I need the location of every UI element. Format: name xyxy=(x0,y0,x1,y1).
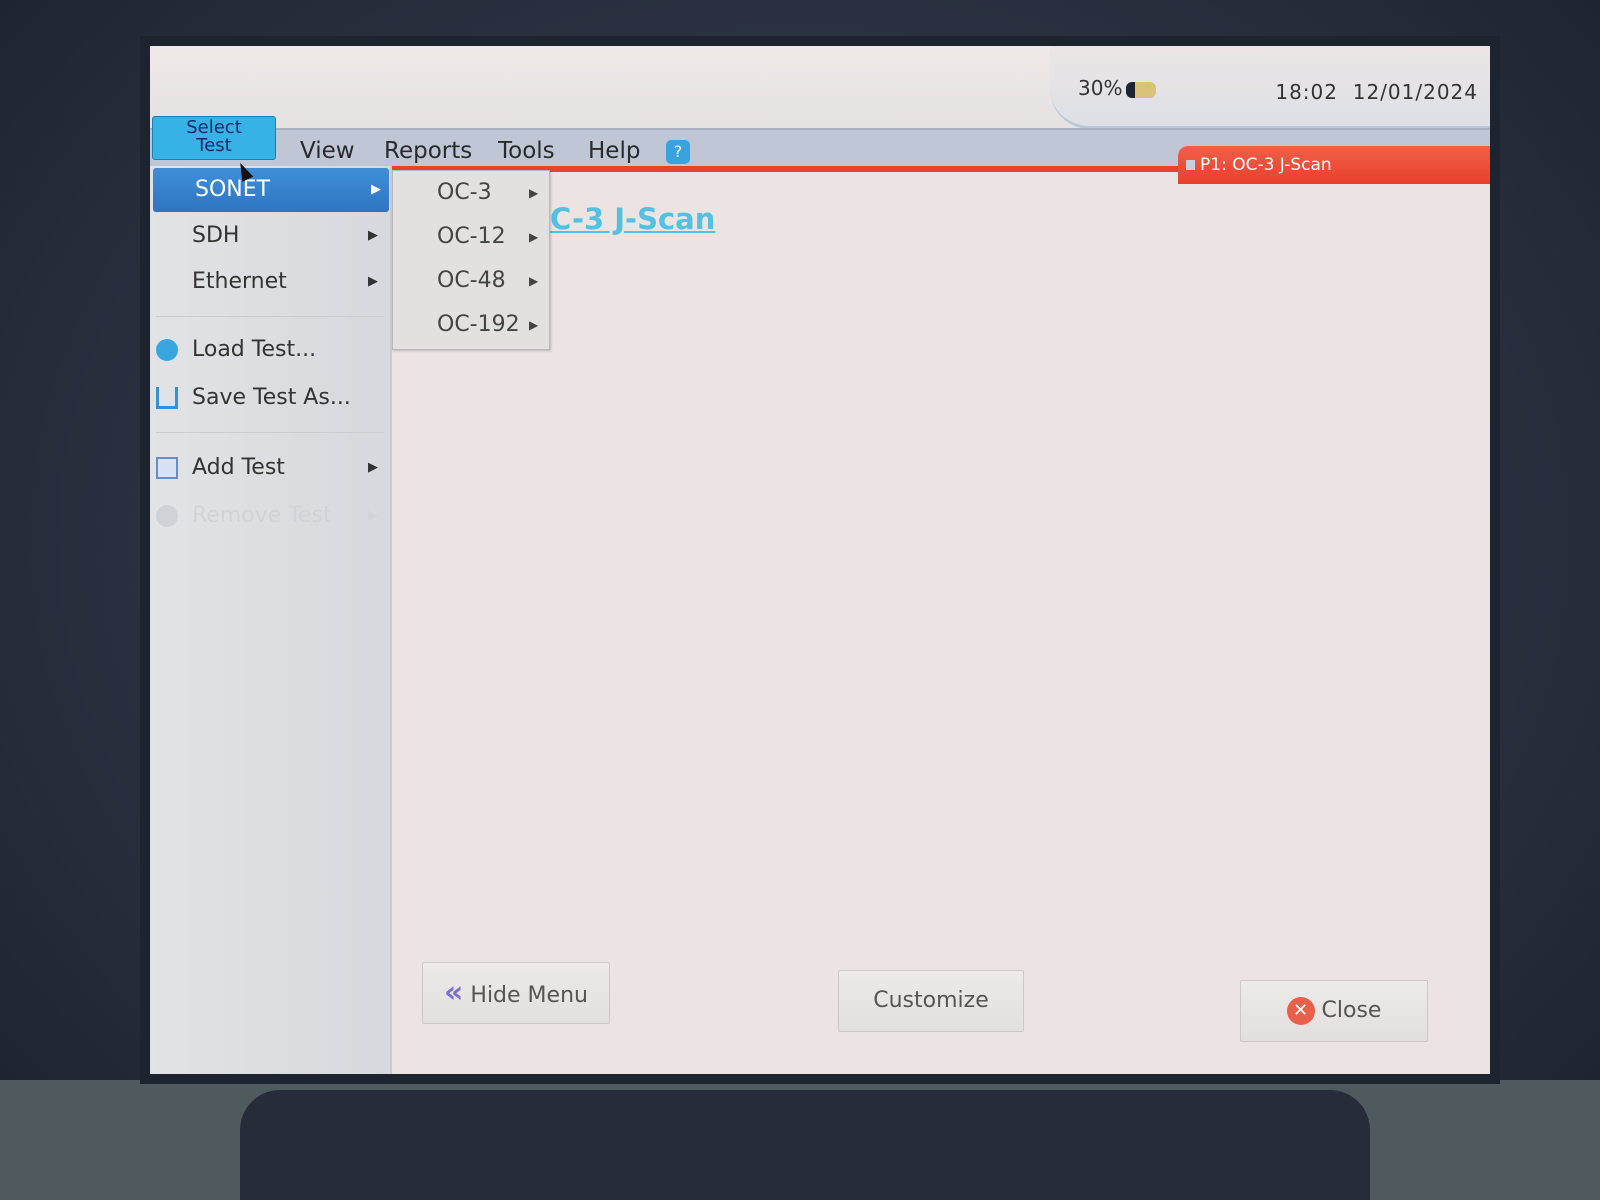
menu-item-save-test-as[interactable]: Save Test As... xyxy=(150,376,386,420)
save-icon xyxy=(156,387,178,409)
hide-menu-button[interactable]: « Hide Menu xyxy=(422,962,610,1024)
close-icon: ✕ xyxy=(1286,997,1315,1025)
submenu-item-label: OC-192 xyxy=(437,312,520,337)
menu-item-label: Load Test... xyxy=(192,337,317,362)
remove-icon xyxy=(156,505,178,527)
chevron-right-icon: ▶ xyxy=(368,508,378,523)
chevron-right-icon: ▶ xyxy=(368,274,378,289)
chevron-right-icon: ▶ xyxy=(529,230,539,244)
menu-item-sonet[interactable]: SONET ▶ xyxy=(153,168,389,212)
clock: 18:02 12/01/2024 xyxy=(1275,80,1478,104)
battery-icon xyxy=(1126,81,1157,98)
test-tab-p1[interactable]: P1: OC-3 J-Scan xyxy=(1178,146,1490,184)
double-chevron-left-icon: « xyxy=(444,975,464,1010)
tab-status-icon xyxy=(1186,160,1195,170)
menu-item-label: Remove Test xyxy=(192,503,332,528)
add-test-icon xyxy=(156,457,178,479)
close-button[interactable]: ✕ Close xyxy=(1240,980,1428,1042)
menu-item-add-test[interactable]: Add Test ▶ xyxy=(150,446,386,490)
date: 12/01/2024 xyxy=(1352,80,1478,104)
battery-percent: 30% xyxy=(1078,76,1123,100)
sonet-submenu: OC-3 ▶ OC-12 ▶ OC-48 ▶ OC-192 ▶ xyxy=(392,170,550,350)
menu-item-label: Save Test As... xyxy=(192,385,351,410)
menu-item-load-test[interactable]: Load Test... xyxy=(150,328,386,372)
screen: 30% 18:02 12/01/2024 Select Test View Re… xyxy=(150,46,1490,1074)
menu-tools[interactable]: Tools xyxy=(498,138,555,164)
submenu-item-label: OC-12 xyxy=(437,224,506,249)
menu-separator xyxy=(156,316,384,317)
battery-status: 30% xyxy=(1078,76,1157,100)
time: 18:02 xyxy=(1275,80,1338,104)
menu-item-label: Ethernet xyxy=(192,269,287,294)
menu-item-ethernet[interactable]: Ethernet ▶ xyxy=(150,260,386,304)
submenu-item-oc192[interactable]: OC-192 ▶ xyxy=(393,303,549,347)
select-test-menu[interactable]: Select Test xyxy=(152,116,276,160)
menu-item-label: SONET xyxy=(195,177,271,202)
chevron-right-icon: ▶ xyxy=(371,182,381,197)
gear-icon xyxy=(156,339,178,361)
submenu-item-oc48[interactable]: OC-48 ▶ xyxy=(393,259,549,303)
chevron-right-icon: ▶ xyxy=(368,460,378,475)
submenu-item-label: OC-3 xyxy=(437,180,492,205)
submenu-item-oc12[interactable]: OC-12 ▶ xyxy=(393,215,549,259)
submenu-item-oc3[interactable]: OC-3 ▶ xyxy=(393,171,549,215)
menu-view[interactable]: View xyxy=(300,138,355,164)
menu-item-sdh[interactable]: SDH ▶ xyxy=(150,214,386,258)
menu-separator xyxy=(156,432,384,433)
select-test-label-2: Test xyxy=(196,135,232,156)
chevron-right-icon: ▶ xyxy=(368,228,378,243)
close-label: Close xyxy=(1321,998,1382,1023)
menu-reports[interactable]: Reports xyxy=(384,138,472,164)
tab-label: P1: OC-3 J-Scan xyxy=(1200,155,1332,175)
hide-menu-label: Hide Menu xyxy=(470,983,588,1008)
menu-item-label: SDH xyxy=(192,223,240,248)
test-link[interactable]: C-3 J-Scan xyxy=(550,202,715,236)
help-question-icon[interactable]: ? xyxy=(666,140,690,164)
menu-item-label: Add Test xyxy=(192,455,285,480)
chevron-right-icon: ▶ xyxy=(529,274,539,288)
select-test-dropdown: SONET ▶ SDH ▶ Ethernet ▶ Load Test... Save … xyxy=(150,166,392,1074)
device-shell-center xyxy=(240,1090,1370,1200)
submenu-item-label: OC-48 xyxy=(437,268,506,293)
chevron-right-icon: ▶ xyxy=(529,318,539,332)
customize-button[interactable]: Customize xyxy=(838,970,1024,1032)
menu-item-remove-test: Remove Test ▶ xyxy=(150,494,386,538)
menu-help[interactable]: Help xyxy=(588,138,640,164)
chevron-right-icon: ▶ xyxy=(529,186,539,200)
